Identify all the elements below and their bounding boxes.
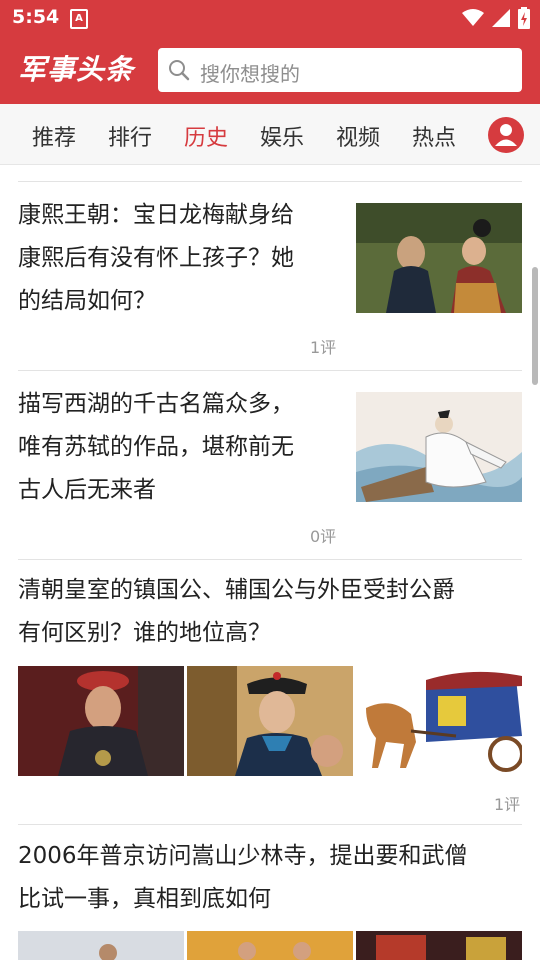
status-time: 5:54 [12, 6, 60, 28]
tab-hot[interactable]: 热点 [412, 120, 456, 152]
wifi-icon [462, 9, 484, 26]
article-thumbnail [356, 931, 522, 960]
divider [18, 824, 522, 825]
divider [18, 181, 522, 182]
tab-recommend[interactable]: 推荐 [32, 120, 76, 152]
article-thumbnail [356, 203, 522, 313]
article-thumbnail [18, 666, 184, 776]
search-input[interactable]: 搜你想搜的 [158, 48, 522, 92]
article-thumbnail [356, 392, 522, 502]
comment-count: 1评 [494, 795, 521, 814]
title-line: 康熙后有没有怀上孩子？她 [18, 245, 294, 271]
divider [18, 370, 522, 371]
article-thumbnail [18, 931, 184, 960]
article-thumbnail [356, 666, 522, 776]
status-bar: 5:54 A [0, 0, 540, 36]
article-title: 描写西湖的千古名篇众多， 唯有苏轼的作品，堪称前无 古人后无来者 [18, 383, 338, 512]
system-icons [462, 6, 530, 30]
article-title: 康熙王朝：宝日龙梅献身给 康熙后有没有怀上孩子？她 的结局如何？ [18, 194, 338, 323]
title-line: 比试一事，真相到底如何 [18, 886, 271, 912]
app-logo: 军事头条 [18, 53, 135, 86]
title-line: 康熙王朝：宝日龙梅献身给 [18, 202, 294, 228]
tab-video[interactable]: 视频 [336, 120, 380, 152]
title-line: 描写西湖的千古名篇众多， [18, 391, 294, 417]
search-placeholder: 搜你想搜的 [200, 62, 300, 86]
title-line: 2006年普京访问嵩山少林寺，提出要和武僧 [18, 843, 468, 869]
title-line: 古人后无来者 [18, 477, 156, 503]
article-thumbnail [187, 931, 353, 960]
notification-icon: A [70, 9, 88, 29]
battery-icon [518, 7, 530, 29]
article-thumbnail [187, 666, 353, 776]
title-line: 清朝皇室的镇国公、辅国公与外臣受封公爵 [18, 577, 455, 603]
title-line: 的结局如何？ [18, 288, 156, 314]
signal-icon [492, 9, 510, 27]
tab-entertainment[interactable]: 娱乐 [260, 120, 304, 152]
user-icon[interactable] [487, 116, 525, 154]
news-feed: 康熙王朝：宝日龙梅献身给 康熙后有没有怀上孩子？她 的结局如何？ 1评 描写西湖… [0, 165, 540, 960]
title-line: 唯有苏轼的作品，堪称前无 [18, 434, 294, 460]
article-title: 2006年普京访问嵩山少林寺，提出要和武僧 比试一事，真相到底如何 [18, 835, 528, 921]
app-header: 军事头条 搜你想搜的 [0, 36, 540, 104]
search-icon [169, 60, 190, 81]
scrollbar[interactable] [532, 267, 538, 385]
category-tabs: 推荐 排行 历史 娱乐 视频 热点 [0, 104, 540, 165]
tab-history[interactable]: 历史 [184, 120, 228, 152]
title-line: 有何区别？谁的地位高？ [18, 620, 271, 646]
article-title: 清朝皇室的镇国公、辅国公与外臣受封公爵 有何区别？谁的地位高？ [18, 569, 528, 655]
divider [18, 559, 522, 560]
comment-count: 0评 [310, 527, 337, 546]
comment-count: 1评 [310, 338, 337, 357]
tab-ranking[interactable]: 排行 [108, 120, 152, 152]
